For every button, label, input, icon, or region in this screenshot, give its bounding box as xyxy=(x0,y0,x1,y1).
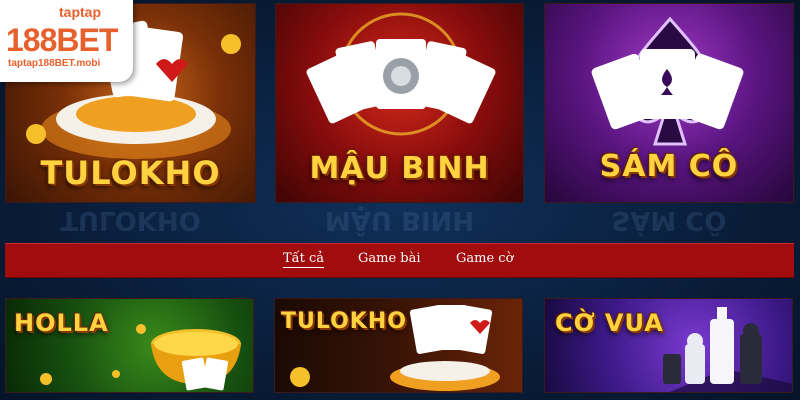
brand-logo[interactable]: taptap 188BET taptap188BET.mobi xyxy=(0,0,133,82)
game-card-tulokho-small[interactable]: TULOKHO xyxy=(274,298,523,393)
game-card-mau-binh[interactable]: MẬU BINH xyxy=(275,3,524,203)
title-reflection: MẬU BINH xyxy=(324,205,475,235)
game-card-sam-co[interactable]: SÁM CÔ xyxy=(544,3,794,203)
title-reflection: SÁM CÔ xyxy=(611,205,727,235)
tab-all[interactable]: Tất cả xyxy=(283,251,325,268)
game-title: TULOKHO xyxy=(40,154,221,192)
tab-board-games[interactable]: Game cờ xyxy=(456,251,513,266)
logo-taptap-text: taptap xyxy=(59,4,101,20)
game-filter-bar: Tất cả Game bài Game cờ xyxy=(5,243,794,278)
game-title: CỜ VUA xyxy=(555,309,664,337)
game-title: MẬU BINH xyxy=(309,151,490,186)
tab-card-games[interactable]: Game bài xyxy=(358,251,421,266)
game-card-co-vua[interactable]: CỜ VUA xyxy=(544,298,793,393)
title-reflection: TULOKHO xyxy=(60,205,201,235)
game-card-holla[interactable]: HOLLA xyxy=(5,298,254,393)
game-title: HOLLA xyxy=(14,309,109,337)
logo-188bet-text: 188BET xyxy=(6,22,118,58)
game-title: TULOKHO xyxy=(281,309,407,334)
game-title: SÁM CÔ xyxy=(599,149,739,184)
logo-url-text: taptap188BET.mobi xyxy=(8,58,101,69)
